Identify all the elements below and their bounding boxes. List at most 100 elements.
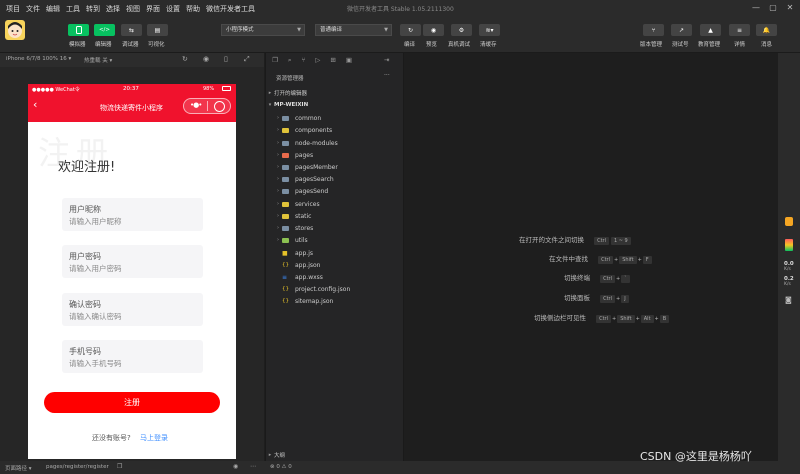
refresh-icon: ↻: [407, 26, 414, 34]
confirm-password-label: 确认密码: [69, 300, 101, 309]
tree-folder-pages[interactable]: › pages: [266, 149, 405, 161]
menu-item-settings[interactable]: 设置: [166, 4, 180, 14]
device-select[interactable]: iPhone 6/7/8 100% 16 ▾: [6, 56, 71, 62]
menu-item-select[interactable]: 选择: [106, 4, 120, 14]
preview-button[interactable]: ◉: [423, 24, 444, 36]
editor-button[interactable]: </>: [94, 24, 115, 36]
register-button[interactable]: 注册: [44, 392, 220, 413]
tree-folder-pagessend[interactable]: › pagesSend: [266, 185, 405, 197]
phone-input[interactable]: 请输入手机号码: [69, 358, 122, 369]
files-icon[interactable]: ❐: [272, 56, 278, 64]
maximize-icon[interactable]: ▢: [767, 2, 779, 14]
back-icon[interactable]: ‹: [33, 98, 37, 111]
menu-item-edit[interactable]: 编辑: [46, 4, 60, 14]
visual-icon: ▤: [154, 26, 161, 34]
source-control-icon[interactable]: ⑂: [301, 56, 305, 64]
tree-folder-utils[interactable]: › utils: [266, 234, 405, 246]
open-editors-section[interactable]: ▸ 打开的编辑器: [266, 87, 405, 99]
menu-item-help[interactable]: 帮助: [186, 4, 200, 14]
extensions-icon[interactable]: ⊞: [330, 56, 335, 64]
chevron-right-icon: ›: [277, 225, 279, 231]
phone-icon[interactable]: ▯: [224, 55, 228, 63]
copy-icon[interactable]: ❐: [117, 463, 122, 470]
mode-select[interactable]: 小程序模式 ▼: [221, 24, 305, 36]
details-button[interactable]: ≡: [729, 24, 750, 36]
tree-label: pages: [295, 151, 314, 159]
store-icon[interactable]: ▣: [346, 56, 352, 64]
search-icon[interactable]: ⌕: [288, 56, 292, 65]
expand-icon[interactable]: ⤢: [244, 55, 250, 64]
graduation-cap-icon: ▲: [708, 26, 713, 34]
menu-item-tools[interactable]: 工具: [66, 4, 80, 14]
close-icon[interactable]: ✕: [784, 2, 796, 14]
camera-icon[interactable]: ◙: [785, 296, 792, 304]
close-capsule-icon[interactable]: [214, 101, 225, 112]
nickname-input[interactable]: 请输入用户昵称: [69, 216, 122, 227]
stop-icon[interactable]: ◉: [203, 55, 209, 63]
tree-file-appjson[interactable]: {} app.json: [266, 259, 405, 271]
refresh-icon[interactable]: ↻: [182, 55, 188, 63]
more-icon[interactable]: ···: [384, 72, 390, 79]
menu-item-project[interactable]: 项目: [6, 4, 20, 14]
tree-folder-node-modules[interactable]: › node-modules: [266, 137, 405, 149]
outline-section[interactable]: ▸ 大纲: [266, 449, 405, 461]
key: Ctrl: [596, 315, 611, 323]
compile-button[interactable]: ↻: [400, 24, 421, 36]
minimize-icon[interactable]: —: [750, 2, 762, 14]
phone-field[interactable]: 手机号码 请输入手机号码: [62, 340, 203, 373]
project-section[interactable]: ▾ MP-WEIXIN: [266, 99, 405, 111]
chevron-right-icon: ›: [277, 176, 279, 182]
hotreload-select[interactable]: 热重载 关 ▾: [84, 56, 112, 64]
tree-folder-pagesmember[interactable]: › pagesMember: [266, 161, 405, 173]
menu-item-interface[interactable]: 界面: [146, 4, 160, 14]
debug-icon[interactable]: ▷: [315, 56, 320, 64]
tree-file-projectconfig[interactable]: {} project.config.json: [266, 283, 405, 295]
messages-button[interactable]: 🔔: [756, 24, 777, 36]
confirm-password-field[interactable]: 确认密码 请输入确认密码: [62, 293, 203, 326]
nav-title: 物流快递寄件小程序: [100, 104, 163, 112]
password-input[interactable]: 请输入用户密码: [69, 263, 122, 274]
realdevice-button[interactable]: ⚙: [451, 24, 472, 36]
eye-icon[interactable]: ◉: [233, 463, 238, 470]
tree-folder-pagessearch[interactable]: › pagesSearch: [266, 173, 405, 185]
debugger-button[interactable]: ⇆: [121, 24, 142, 36]
tree-folder-components[interactable]: › components: [266, 124, 405, 136]
tree-file-sitemap[interactable]: {} sitemap.json: [266, 295, 405, 307]
compile-select[interactable]: 普通编译 ▼: [315, 24, 392, 36]
shield-icon[interactable]: [785, 217, 793, 226]
visual-button[interactable]: ▤: [147, 24, 168, 36]
problems-count[interactable]: ⊗ 0 ⚠ 0: [270, 464, 292, 470]
chart-icon: ↗: [678, 26, 685, 34]
nickname-field[interactable]: 用户昵称 请输入用户昵称: [62, 198, 203, 231]
branch-icon: ⑂: [651, 26, 656, 34]
tree-folder-common[interactable]: › common: [266, 112, 405, 124]
menu-item-file[interactable]: 文件: [26, 4, 40, 14]
more-icon[interactable]: ⋯: [250, 463, 256, 470]
tree-folder-static[interactable]: › static: [266, 210, 405, 222]
tree-file-appwxss[interactable]: ≡ app.wxss: [266, 271, 405, 283]
edu-button[interactable]: ▲: [700, 24, 721, 36]
menu-item-devtools[interactable]: 微信开发者工具: [206, 4, 255, 14]
phone-icon: [75, 26, 82, 34]
key-sep: +: [613, 257, 619, 263]
tree-file-appjs[interactable]: ■ app.js: [266, 247, 405, 259]
performance-icon[interactable]: [785, 239, 793, 251]
more-dots-icon[interactable]: •●•: [190, 101, 202, 109]
menu-item-view[interactable]: 视图: [126, 4, 140, 14]
preview-label: 预览: [426, 42, 438, 48]
tree-folder-services[interactable]: › services: [266, 198, 405, 210]
menu-icon: ≡: [736, 26, 743, 34]
split-icon[interactable]: ⇥: [384, 56, 389, 64]
login-link[interactable]: 马上登录: [140, 433, 168, 443]
page-path-label[interactable]: 页面路径 ▾: [5, 464, 32, 472]
testno-button[interactable]: ↗: [671, 24, 692, 36]
confirm-password-input[interactable]: 请输入确认密码: [69, 311, 122, 322]
clearcache-button[interactable]: ≋▾: [479, 24, 500, 36]
simulator-button[interactable]: [68, 24, 89, 36]
tree-folder-stores[interactable]: › stores: [266, 222, 405, 234]
version-button[interactable]: ⑂: [643, 24, 664, 36]
password-field[interactable]: 用户密码 请输入用户密码: [62, 245, 203, 278]
avatar[interactable]: [5, 20, 25, 40]
window-title: 微信开发者工具 Stable 1.05.2111300: [347, 6, 454, 13]
menu-item-goto[interactable]: 转到: [86, 4, 100, 14]
